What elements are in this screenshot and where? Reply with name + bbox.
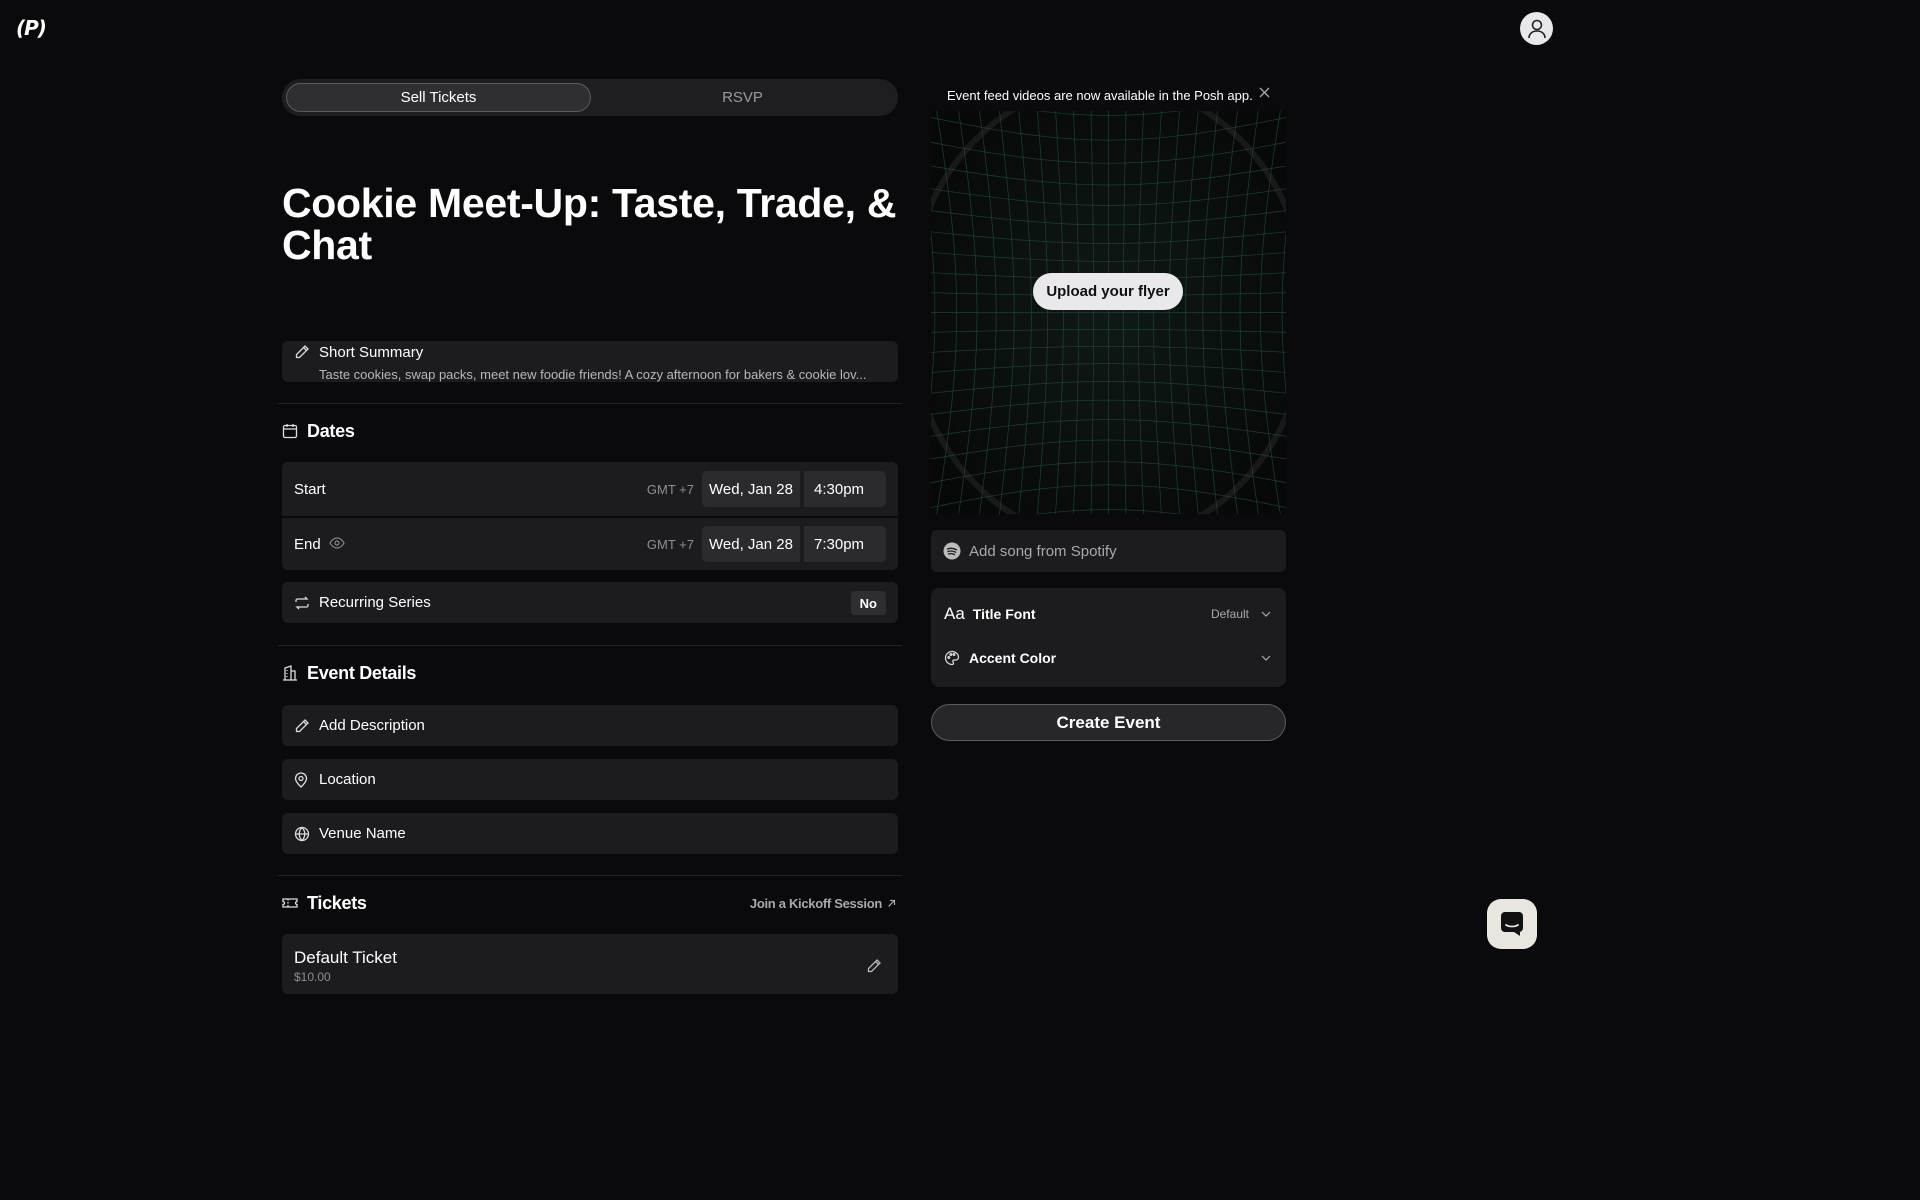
spotify-icon	[943, 542, 961, 560]
add-spotify-song-button[interactable]: Add song from Spotify	[931, 530, 1286, 572]
end-date-row: End GMT +7 Wed, Jan 28 7:30pm	[282, 516, 898, 570]
pencil-icon	[294, 718, 311, 734]
kickoff-session-text: Join a Kickoff Session	[749, 895, 882, 911]
end-label-text: End	[294, 535, 321, 553]
tickets-heading-text: Tickets	[307, 892, 367, 913]
kickoff-session-link[interactable]: Join a Kickoff Session	[750, 896, 896, 911]
chevron-down-icon	[1261, 611, 1271, 617]
accent-color-row[interactable]: Accent Color	[944, 650, 1273, 666]
building-icon	[282, 665, 298, 681]
pencil-icon	[294, 344, 310, 365]
recurring-series-label: Recurring Series	[319, 594, 431, 611]
start-date-picker[interactable]: Wed, Jan 28	[702, 471, 800, 507]
arrow-up-right-icon	[888, 899, 896, 907]
short-summary-label: Short Summary	[319, 344, 424, 361]
end-time-picker[interactable]: 7:30pm	[804, 526, 886, 562]
ticket-mode-toggle: Sell Tickets RSVP	[282, 79, 898, 116]
map-pin-icon	[294, 771, 311, 788]
palette-icon	[944, 650, 960, 666]
end-date-picker[interactable]: Wed, Jan 28	[702, 526, 800, 562]
title-font-row[interactable]: Aa Title Font Default	[944, 604, 1273, 624]
title-font-value: Default	[1210, 607, 1249, 621]
ticket-icon	[282, 895, 298, 911]
add-description-label: Add Description	[319, 717, 425, 734]
short-summary-field[interactable]: Short Summary Taste cookies, swap packs,…	[282, 341, 898, 382]
repeat-icon	[294, 596, 311, 610]
venue-name-field[interactable]: Venue Name	[282, 813, 898, 854]
appearance-card: Aa Title Font Default Accent Color	[931, 588, 1286, 687]
ticket-price: $10.00	[294, 970, 331, 984]
announcement-text: Event feed videos are now available in t…	[947, 87, 1253, 103]
accent-color-label: Accent Color	[969, 650, 1057, 666]
tickets-heading: Tickets Join a Kickoff Session	[282, 876, 898, 930]
flyer-panel: Event feed videos are now available in t…	[931, 79, 1286, 741]
edit-ticket-icon[interactable]	[866, 958, 882, 979]
recurring-series-row[interactable]: Recurring Series No	[282, 582, 898, 623]
end-label: End	[294, 536, 345, 553]
spotify-label: Add song from Spotify	[969, 542, 1117, 560]
short-summary-text: Taste cookies, swap packs, meet new food…	[319, 367, 867, 382]
event-title[interactable]: Cookie Meet-Up: Taste, Trade, & Chat	[282, 182, 898, 266]
calendar-icon	[282, 423, 298, 439]
dates-card: Start GMT +7 Wed, Jan 28 4:30pm End GMT …	[282, 462, 898, 570]
globe-icon	[294, 826, 311, 842]
create-event-button[interactable]: Create Event	[931, 704, 1286, 741]
posh-logo[interactable]: (P)	[16, 16, 47, 40]
chat-icon	[1501, 912, 1523, 936]
upload-flyer-button[interactable]: Upload your flyer	[1033, 273, 1183, 310]
tab-sell-tickets[interactable]: Sell Tickets	[286, 83, 591, 112]
grid-background	[931, 111, 1286, 514]
default-ticket-card[interactable]: Default Ticket $10.00	[282, 934, 898, 994]
start-label: Start	[294, 480, 326, 498]
eye-icon[interactable]	[329, 536, 345, 553]
add-description-field[interactable]: Add Description	[282, 705, 898, 746]
font-icon: Aa	[944, 604, 965, 623]
flyer-preview[interactable]: Upload your flyer	[931, 111, 1286, 514]
start-timezone[interactable]: GMT +7	[647, 482, 694, 497]
event-details-heading: Event Details	[282, 646, 898, 700]
start-time-picker[interactable]: 4:30pm	[804, 471, 886, 507]
end-timezone[interactable]: GMT +7	[647, 537, 694, 552]
location-label: Location	[319, 771, 376, 788]
tab-rsvp[interactable]: RSVP	[591, 83, 894, 112]
close-icon[interactable]	[1259, 85, 1270, 101]
event-details-heading-text: Event Details	[307, 662, 417, 683]
start-date-row: Start GMT +7 Wed, Jan 28 4:30pm	[282, 462, 898, 516]
chevron-down-icon	[1261, 655, 1271, 661]
recurring-toggle[interactable]: No	[850, 591, 886, 615]
announcement-banner: Event feed videos are now available in t…	[931, 79, 1286, 111]
title-font-label: Title Font	[972, 606, 1036, 622]
event-form: Sell Tickets RSVP Cookie Meet-Up: Taste,…	[278, 79, 902, 994]
dates-heading-text: Dates	[307, 420, 355, 441]
support-chat-button[interactable]	[1487, 899, 1537, 949]
venue-name-label: Venue Name	[319, 825, 406, 842]
dates-heading: Dates	[282, 404, 898, 458]
ticket-name: Default Ticket	[294, 948, 397, 967]
user-icon	[1527, 19, 1546, 38]
location-field[interactable]: Location	[282, 759, 898, 800]
user-avatar[interactable]	[1520, 12, 1553, 45]
